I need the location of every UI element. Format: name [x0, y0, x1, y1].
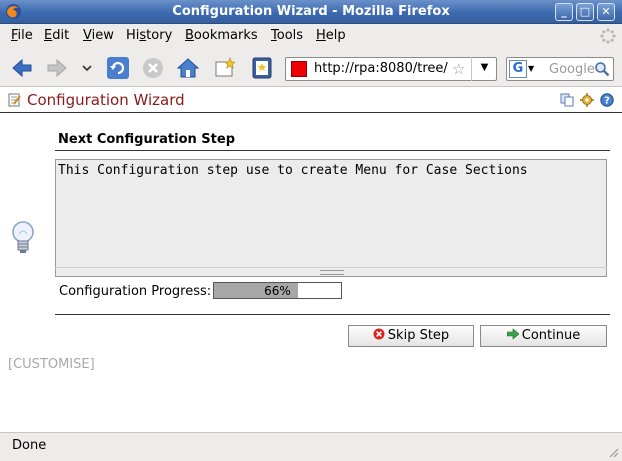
- search-icon[interactable]: [594, 61, 610, 77]
- continue-button[interactable]: Continue: [480, 325, 607, 347]
- wizard-page-icon: [8, 93, 21, 107]
- url-text[interactable]: http://rpa:8080/tree/: [314, 61, 454, 76]
- search-bar[interactable]: G ▼ Google: [506, 57, 614, 81]
- skip-step-button[interactable]: Skip Step: [348, 325, 474, 347]
- window-title-bar: Configuration Wizard - Mozilla Firefox _…: [0, 0, 622, 24]
- menu-edit[interactable]: Edit: [44, 28, 69, 43]
- menu-view[interactable]: View: [83, 28, 114, 43]
- skip-x-icon: [373, 328, 385, 340]
- url-bar[interactable]: http://rpa:8080/tree/ ☆ ▼: [285, 57, 497, 81]
- lightbulb-icon: [12, 221, 34, 253]
- step-title: Next Configuration Step: [58, 132, 236, 147]
- continue-label: Continue: [521, 328, 581, 343]
- customise-link[interactable]: [CUSTOMISE]: [8, 357, 95, 372]
- bookmark-star-icon[interactable]: ☆: [452, 60, 465, 78]
- history-dropdown-icon[interactable]: [78, 57, 96, 79]
- menu-file[interactable]: File: [11, 28, 33, 43]
- page-title: Configuration Wizard: [27, 91, 185, 109]
- wizard-content: Next Configuration Step This Configurati…: [0, 114, 622, 430]
- status-bar: Done: [0, 432, 622, 461]
- page-header: Configuration Wizard ?: [0, 87, 622, 113]
- url-dropdown-icon[interactable]: ▼: [471, 57, 497, 81]
- close-button[interactable]: ✕: [597, 3, 615, 21]
- menu-tools[interactable]: Tools: [271, 28, 303, 43]
- search-input[interactable]: Google: [549, 62, 595, 77]
- throbber-icon: [600, 28, 616, 44]
- new-bookmark-icon[interactable]: [213, 57, 237, 79]
- back-icon[interactable]: [10, 57, 34, 79]
- help-icon[interactable]: ?: [600, 93, 614, 107]
- svg-text:?: ?: [604, 96, 610, 107]
- bookmarks-sidebar-icon[interactable]: [250, 57, 274, 79]
- progress-percent: 66%: [264, 284, 291, 298]
- stop-icon[interactable]: [141, 57, 165, 79]
- window-title: Configuration Wizard - Mozilla Firefox: [172, 4, 450, 19]
- divider: [55, 150, 610, 151]
- copy-icon[interactable]: [560, 93, 574, 107]
- menu-bar: File Edit View History Bookmarks Tools H…: [0, 24, 622, 49]
- menu-history[interactable]: History: [126, 28, 172, 43]
- textarea-resize-handle[interactable]: [55, 267, 607, 277]
- menu-bookmarks[interactable]: Bookmarks: [185, 28, 258, 43]
- google-engine-icon[interactable]: G: [509, 60, 527, 78]
- reload-icon[interactable]: [106, 57, 130, 79]
- progress-bar: 66%: [213, 282, 342, 299]
- progress-label: Configuration Progress:: [59, 284, 212, 299]
- engine-dropdown-icon[interactable]: ▼: [528, 64, 534, 73]
- maximize-button[interactable]: □: [576, 3, 594, 21]
- status-text: Done: [12, 438, 47, 453]
- skip-step-label: Skip Step: [387, 328, 450, 343]
- minimize-button[interactable]: _: [555, 3, 573, 21]
- home-icon[interactable]: [176, 57, 200, 79]
- navigation-toolbar: http://rpa:8080/tree/ ☆ ▼ G ▼ Google: [0, 49, 622, 87]
- continue-arrow-icon: [506, 328, 519, 340]
- settings-gear-icon[interactable]: [580, 93, 594, 107]
- menu-help[interactable]: Help: [316, 28, 346, 43]
- resize-grip-icon[interactable]: [320, 270, 344, 275]
- site-identity-icon[interactable]: [291, 61, 307, 77]
- forward-icon[interactable]: [45, 57, 69, 79]
- step-description[interactable]: This Configuration step use to create Me…: [55, 159, 607, 277]
- window-resize-grip-icon[interactable]: [607, 446, 619, 458]
- divider: [55, 314, 610, 315]
